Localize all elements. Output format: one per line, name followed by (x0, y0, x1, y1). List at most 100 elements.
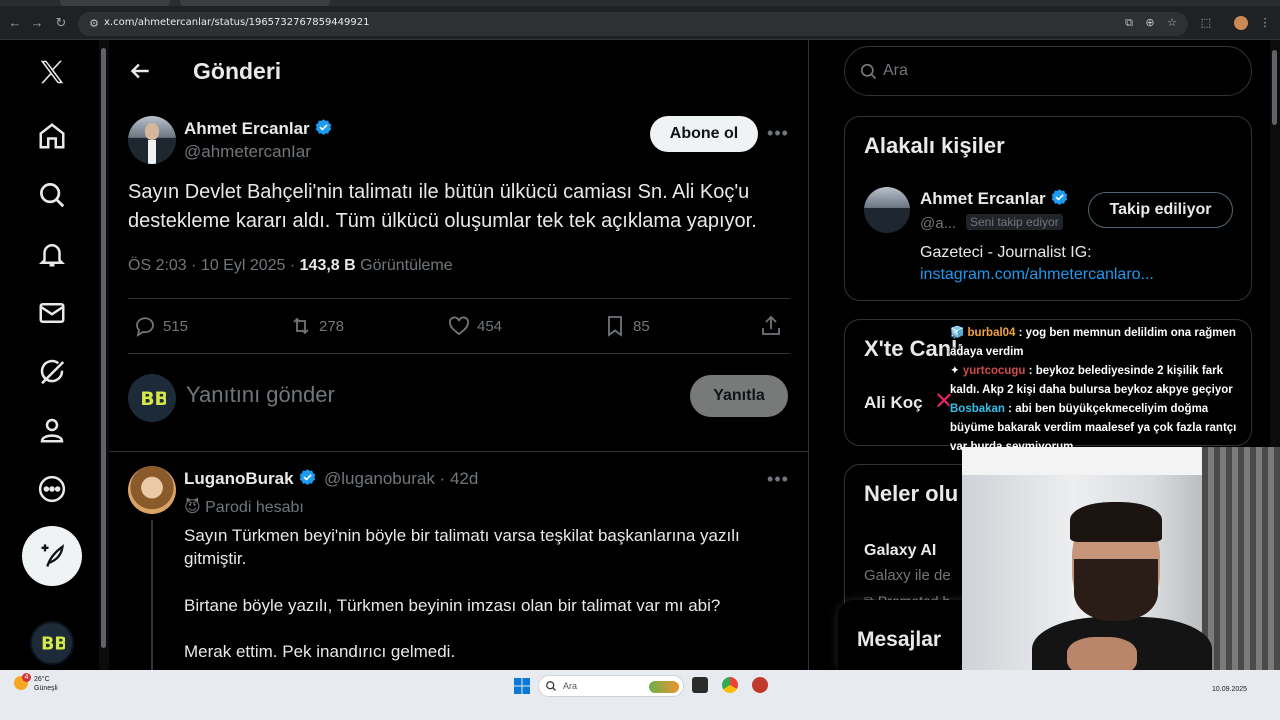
chat-user: yurtcocugu (962, 365, 1026, 377)
like-action[interactable]: 454 (447, 313, 502, 339)
back-icon[interactable]: ← (6, 14, 24, 32)
author-name[interactable]: Ahmet Ercanlar (184, 118, 333, 139)
related-handle[interactable]: @a... (920, 215, 956, 232)
notification-badge: 4 (22, 673, 31, 682)
browser-tab[interactable] (60, 0, 170, 6)
thread-line (151, 520, 153, 670)
reload-icon[interactable]: ↻ (52, 14, 70, 32)
post-button[interactable] (22, 526, 82, 586)
profile-avatar[interactable] (1234, 16, 1248, 30)
app-icon[interactable] (752, 677, 768, 693)
taskbar-search-text[interactable]: Ara (563, 681, 577, 691)
x-logo-icon[interactable] (22, 42, 82, 102)
back-arrow-icon[interactable] (127, 58, 153, 84)
verified-badge-icon[interactable] (314, 118, 333, 137)
following-button[interactable]: Takip ediliyor (1088, 192, 1233, 228)
search-box[interactable]: Ara (844, 46, 1252, 96)
comment-avatar[interactable] (128, 466, 176, 514)
task-view-icon[interactable] (692, 677, 708, 693)
webcam-overlay (962, 447, 1280, 687)
author-name-text[interactable]: Ahmet Ercanlar (184, 119, 310, 138)
subscribe-button[interactable]: Abone ol (650, 116, 758, 152)
windows-start-icon[interactable] (514, 678, 530, 694)
bio-text: Gazeteci - Journalist IG: (920, 244, 1092, 261)
stream-chat-overlay: 🧊 burbal04 : yog ben memnun delildim ona… (950, 324, 1250, 457)
bb-logo-icon: BB (140, 389, 166, 410)
comment-author-name[interactable]: LuganoBurak (184, 469, 294, 488)
trend-name[interactable]: Galaxy AI (864, 542, 936, 560)
verified-badge-icon[interactable] (298, 468, 317, 487)
bookmark-star-icon[interactable]: ☆ (1165, 16, 1179, 30)
chrome-icon[interactable] (722, 677, 738, 693)
repost-count: 278 (319, 317, 345, 335)
live-item[interactable]: Ali Koç (864, 393, 923, 413)
extensions-icon[interactable]: ⬚ (1199, 16, 1213, 30)
chat-user: Bosbakan (950, 403, 1005, 415)
badge-icon: 🧊 (950, 327, 968, 339)
reply-input[interactable]: Yanıtını gönder (186, 382, 335, 408)
weather-widget[interactable]: 26°C Güneşli (34, 675, 58, 693)
forward-icon[interactable]: → (28, 14, 46, 32)
bell-icon[interactable] (22, 224, 82, 284)
parody-label: 😈 Parodi hesabı (184, 499, 304, 516)
related-name[interactable]: Ahmet Ercanlar (920, 188, 1069, 209)
related-avatar[interactable] (864, 187, 910, 233)
install-icon[interactable]: ⧉ (1122, 16, 1136, 30)
tweet-meta: ÖS 2:03 · 10 Eyl 2025 · 143,8 B Görüntül… (128, 257, 453, 275)
site-info-icon[interactable]: ⚙ (87, 17, 101, 31)
comment-text: Merak ettim. Pek inandırıcı gelmedi. (184, 642, 456, 661)
left-scrollbar[interactable] (99, 40, 109, 670)
my-avatar[interactable]: BB (128, 374, 176, 422)
zoom-icon[interactable]: ⊕ (1143, 16, 1157, 30)
left-nav: BB (0, 40, 100, 670)
repost-action[interactable]: 278 (289, 313, 344, 339)
heart-icon (449, 316, 469, 336)
reply-action[interactable]: 515 (133, 313, 188, 339)
comment-handle[interactable]: @luganoburak · 42d (324, 469, 478, 489)
divider (128, 298, 790, 299)
more-options-icon[interactable]: ••• (766, 124, 790, 146)
share-action[interactable] (759, 313, 789, 339)
mail-icon[interactable] (22, 283, 82, 343)
account-avatar[interactable]: BB (30, 621, 74, 665)
search-input[interactable]: Ara (883, 62, 908, 80)
profile-icon[interactable] (22, 400, 82, 460)
chat-message: ✦ yurtcocugu : beykoz belediyesinde 2 ki… (950, 362, 1250, 400)
home-icon[interactable] (22, 106, 82, 166)
author-handle[interactable]: @ahmetercanIar (184, 142, 311, 162)
verified-badge-icon[interactable] (1050, 188, 1069, 207)
comment-author[interactable]: LuganoBurak (184, 468, 317, 489)
search-highlight-icon (649, 681, 679, 693)
browser-menu-icon[interactable]: ⋮ (1258, 16, 1272, 30)
chat-message: 🧊 burbal04 : yog ben memnun delildim ona… (950, 324, 1250, 362)
url-text[interactable]: x.com/ahmetercanlar/status/1965732767859… (104, 17, 369, 28)
svg-text:BB: BB (41, 635, 65, 655)
taskbar-search[interactable]: Ara (538, 675, 684, 697)
weather-temp: 26°C (34, 676, 50, 683)
search-icon[interactable] (22, 165, 82, 225)
author-avatar[interactable] (128, 116, 176, 164)
tray-date[interactable]: 10.09.2025 (1212, 686, 1247, 693)
reply-submit-button[interactable]: Yanıtla (690, 375, 788, 417)
tweet-time[interactable]: ÖS 2:03 · 10 Eyl 2025 · (128, 257, 300, 274)
feather-plus-icon (41, 544, 64, 567)
more-circle-icon[interactable] (22, 459, 82, 519)
views-count: 143,8 B (299, 257, 356, 274)
grok-icon[interactable] (22, 342, 82, 402)
messages-title[interactable]: Mesajlar (857, 628, 941, 652)
post-header: Gönderi (109, 40, 808, 102)
comment-text: Sayın Türkmen beyi'nin böyle bir talimat… (184, 526, 740, 568)
bookmark-action[interactable]: 85 (603, 313, 650, 339)
related-title: Alakalı kişiler (864, 133, 1005, 158)
weather-desc: Güneşli (34, 685, 58, 692)
more-options-icon[interactable]: ••• (766, 470, 790, 492)
bio-link[interactable]: instagram.com/ahmetercanlaro... (920, 264, 1154, 286)
browser-tab[interactable] (180, 0, 330, 6)
bookmark-count: 85 (633, 317, 650, 335)
address-bar[interactable]: ⚙ x.com/ahmetercanlar/status/19657327678… (78, 12, 1188, 36)
related-name-text[interactable]: Ahmet Ercanlar (920, 189, 1046, 208)
like-count: 454 (477, 317, 503, 335)
badge-icon: ✦ (950, 365, 963, 377)
trend-subtitle: Galaxy ile de (864, 567, 951, 584)
live-title: X'te Canlı (864, 336, 964, 361)
